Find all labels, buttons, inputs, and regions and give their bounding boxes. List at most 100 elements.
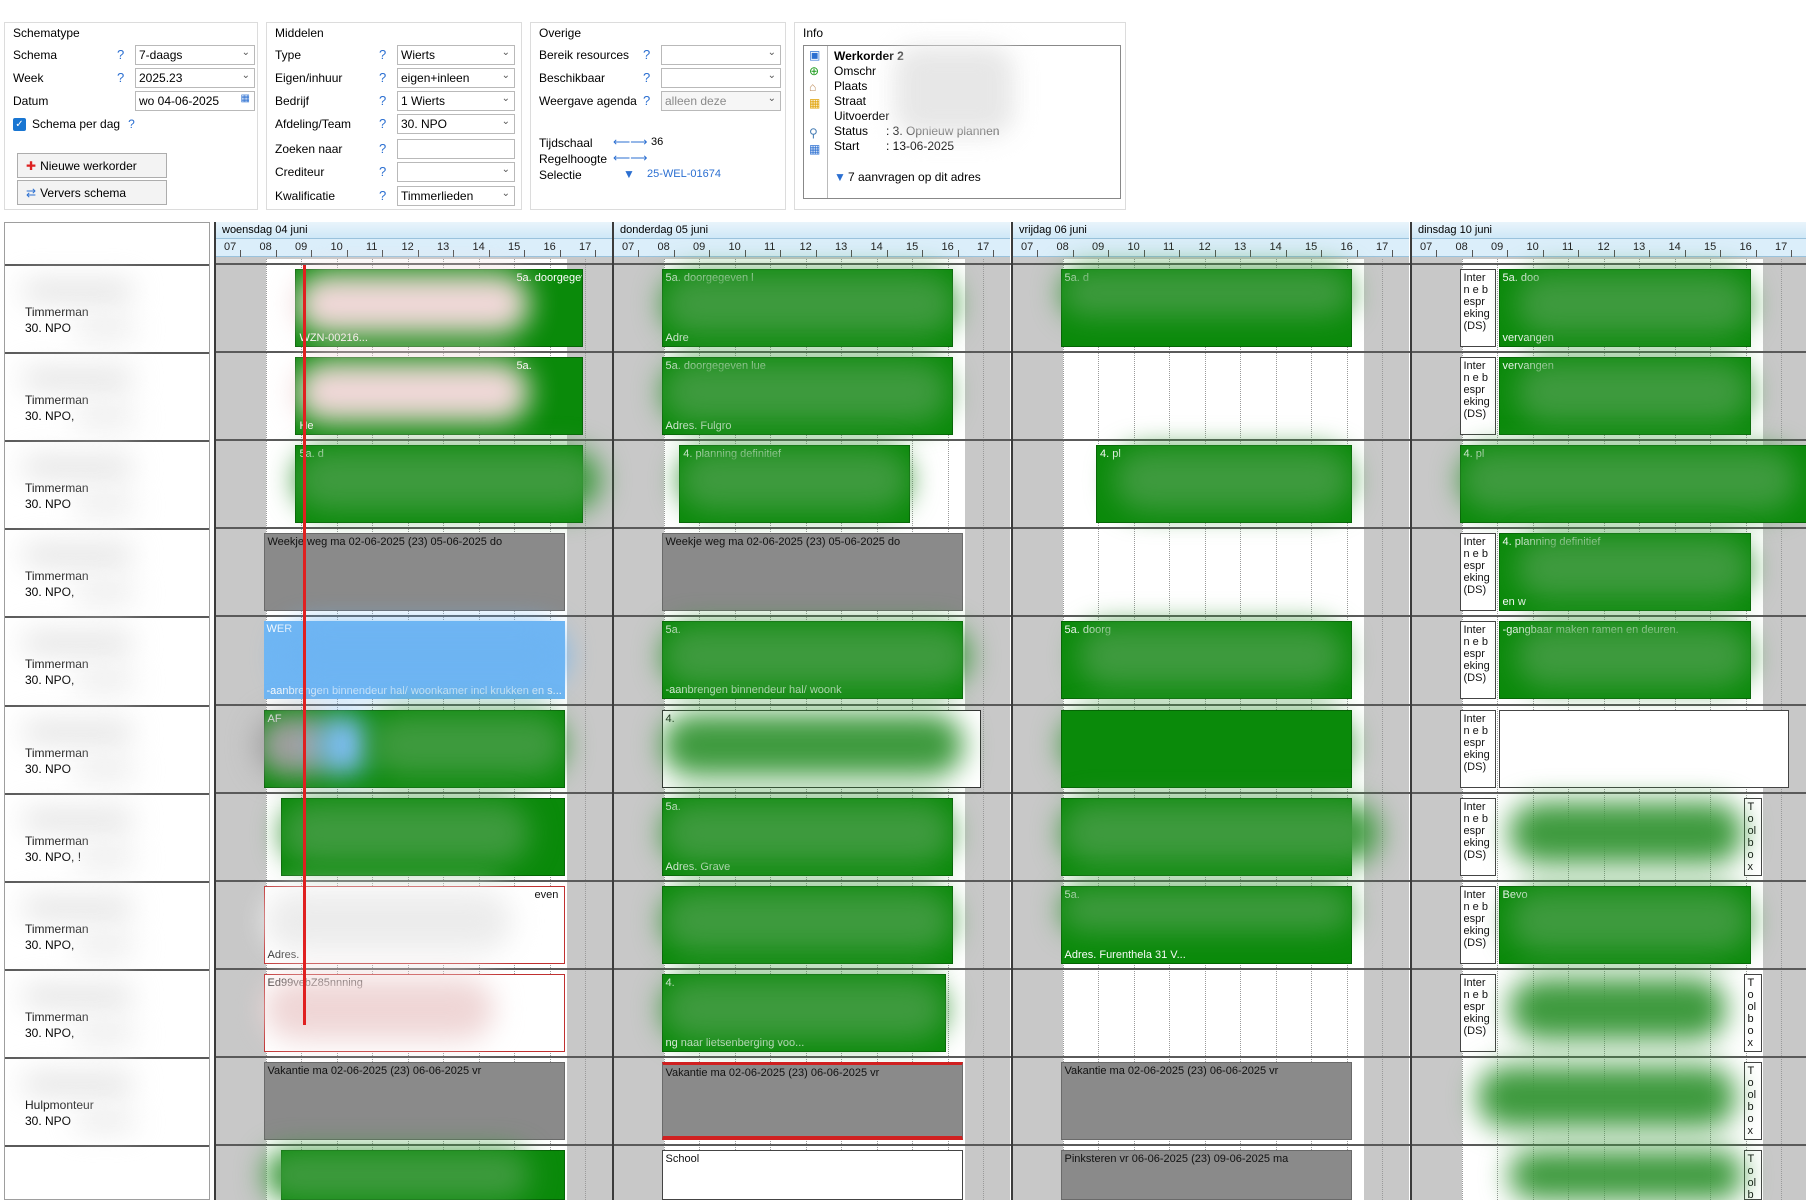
chevron-down-icon: ⌄ bbox=[767, 93, 776, 104]
hour-label: 10 bbox=[728, 241, 741, 253]
middelen-select[interactable]: eigen+inleen ⌄ bbox=[397, 68, 515, 88]
row-divider bbox=[1013, 968, 1411, 970]
scale-arrows-icon[interactable]: ⟵⟶ bbox=[613, 135, 647, 149]
tijdschaal-value: 36 bbox=[651, 136, 664, 148]
help-icon[interactable]: ? bbox=[379, 116, 386, 131]
help-icon[interactable]: ? bbox=[379, 141, 386, 156]
search-icon[interactable]: ⚲ bbox=[809, 126, 818, 140]
hour-label: 11 bbox=[366, 241, 378, 253]
help-icon[interactable]: ? bbox=[379, 164, 386, 179]
hour-tick bbox=[1542, 250, 1544, 257]
help-icon[interactable]: ? bbox=[379, 70, 386, 85]
refresh-schedule-button[interactable]: ⇄ Ververs schema bbox=[17, 180, 167, 205]
calendar-icon[interactable]: ▦ bbox=[809, 142, 820, 156]
hour-tick bbox=[311, 250, 312, 257]
intern-bespreking-event[interactable]: Intern e bespr eking (DS) bbox=[1459, 886, 1496, 964]
hour-label: 12 bbox=[799, 241, 812, 253]
week-select[interactable]: 2025.23 ⌄ bbox=[135, 68, 255, 88]
help-icon[interactable]: ? bbox=[643, 47, 650, 62]
refresh-icon: ⇄ bbox=[26, 185, 37, 200]
height-arrows-icon[interactable]: ⟵⟶ bbox=[613, 151, 647, 165]
datum-input[interactable]: wo 04-06-2025 ▦ bbox=[135, 91, 255, 111]
agenda-event[interactable] bbox=[1498, 710, 1789, 788]
hour-tick bbox=[1649, 250, 1650, 257]
hour-label: 14 bbox=[1668, 241, 1681, 253]
help-icon[interactable]: ? bbox=[379, 188, 386, 203]
redacted-name bbox=[23, 987, 133, 1005]
row-divider bbox=[1412, 615, 1806, 617]
agenda-event[interactable]: Vakantie ma 02-06-2025 (23) 06-06-2025 v… bbox=[263, 1062, 566, 1140]
event-text: Vakantie ma 02-06-2025 (23) 06-06-2025 v… bbox=[1064, 1065, 1279, 1077]
row-divider bbox=[614, 880, 1012, 882]
middelen-select[interactable]: Timmerlieden ⌄ bbox=[397, 186, 515, 206]
agenda-event[interactable]: Vakantie ma 02-06-2025 (23) 06-06-2025 v… bbox=[661, 1062, 964, 1140]
home-icon[interactable]: ⌂ bbox=[809, 80, 816, 94]
intern-bespreking-event[interactable]: To olb ox bbox=[1743, 974, 1762, 1052]
redacted-event bbox=[1509, 890, 1751, 952]
hour-tick bbox=[1507, 250, 1508, 257]
agenda-event[interactable]: School bbox=[661, 1150, 964, 1200]
schema-per-dag-checkbox[interactable]: ✓ Schema per dag? bbox=[13, 114, 135, 134]
bereik-select[interactable]: ⌄ bbox=[661, 45, 781, 65]
middelen-select[interactable]: ⌄ bbox=[397, 162, 515, 182]
event-text: Intern e bespr eking (DS) bbox=[1463, 889, 1490, 949]
regelhoogte-label: Regelhoogte bbox=[539, 152, 608, 166]
intern-bespreking-event[interactable]: Intern e bespr eking (DS) bbox=[1459, 974, 1496, 1052]
agenda-event[interactable]: Vakantie ma 02-06-2025 (23) 06-06-2025 v… bbox=[1060, 1062, 1352, 1140]
redacted-name bbox=[23, 811, 133, 829]
row-divider bbox=[5, 1145, 209, 1147]
help-icon[interactable]: ? bbox=[643, 93, 650, 108]
agenda-event[interactable]: To olb bbox=[1743, 1150, 1762, 1200]
calendar-icon: ▦ bbox=[240, 93, 250, 104]
add-icon[interactable]: ⊕ bbox=[809, 64, 819, 78]
help-icon[interactable]: ? bbox=[117, 47, 124, 62]
row-divider bbox=[614, 792, 1012, 794]
agenda-event[interactable]: Weekje weg ma 02-06-2025 (23) 05-06-2025… bbox=[263, 533, 566, 611]
hour-label: 12 bbox=[1198, 241, 1211, 253]
schema-select[interactable]: 7-daags ⌄ bbox=[135, 45, 255, 65]
selectie-value[interactable]: 25-WEL-01674 bbox=[647, 168, 721, 180]
agenda-event[interactable]: Pinksteren vr 06-06-2025 (23) 09-06-2025… bbox=[1060, 1150, 1352, 1200]
aanvragen-link[interactable]: 7 aanvragen op dit adres bbox=[848, 170, 981, 184]
beschikbaar-select[interactable]: ⌄ bbox=[661, 68, 781, 88]
row-divider bbox=[614, 351, 1012, 353]
middelen-select[interactable]: 1 Wierts ⌄ bbox=[397, 91, 515, 111]
filter-icon[interactable]: ▼ bbox=[834, 170, 846, 184]
weergave-select[interactable]: alleen deze ⌄ bbox=[661, 91, 781, 111]
intern-bespreking-event[interactable]: Intern e bespr eking (DS) bbox=[1459, 710, 1496, 788]
help-icon[interactable]: ? bbox=[379, 93, 386, 108]
filter-icon[interactable]: ▼ bbox=[623, 167, 635, 181]
resource-role: Timmerman bbox=[25, 305, 89, 319]
middelen-select[interactable]: Wierts ⌄ bbox=[397, 45, 515, 65]
new-workorder-button[interactable]: ✚ Nieuwe werkorder bbox=[17, 153, 167, 178]
hour-tick bbox=[1214, 250, 1216, 257]
intern-bespreking-event[interactable]: Intern e bespr eking (DS) bbox=[1459, 533, 1496, 611]
hour-tick bbox=[1613, 250, 1615, 257]
plus-icon: ✚ bbox=[26, 158, 37, 173]
info-icon[interactable]: ▣ bbox=[809, 48, 820, 62]
row-divider bbox=[1013, 351, 1411, 353]
help-icon[interactable]: ? bbox=[379, 47, 386, 62]
help-icon[interactable]: ? bbox=[128, 117, 135, 131]
info-title: Info bbox=[803, 26, 824, 40]
intern-bespreking-event[interactable]: Intern e bespr eking (DS) bbox=[1459, 621, 1496, 699]
intern-bespreking-event[interactable]: To olb ox bbox=[1743, 1062, 1762, 1140]
intern-bespreking-event[interactable]: Intern e bespr eking (DS) bbox=[1459, 269, 1496, 347]
redacted-event bbox=[1060, 888, 1352, 932]
agenda-event[interactable]: Weekje weg ma 02-06-2025 (23) 05-06-2025… bbox=[661, 533, 964, 611]
intern-bespreking-event[interactable]: To olb ox bbox=[1743, 798, 1762, 876]
hour-label: 07 bbox=[224, 241, 237, 253]
help-icon[interactable]: ? bbox=[643, 70, 650, 85]
zoeken-input[interactable] bbox=[397, 139, 515, 159]
hour-tick bbox=[886, 250, 888, 257]
package-icon[interactable]: ▦ bbox=[809, 96, 820, 110]
resource-role: Timmerman bbox=[25, 481, 89, 495]
middelen-select[interactable]: 30. NPO ⌄ bbox=[397, 114, 515, 134]
hour-tick bbox=[993, 250, 994, 257]
intern-bespreking-event[interactable]: Intern e bespr eking (DS) bbox=[1459, 357, 1496, 435]
agenda-event[interactable] bbox=[1060, 710, 1352, 788]
redacted-event bbox=[1113, 449, 1352, 511]
redacted-event bbox=[1516, 537, 1751, 599]
help-icon[interactable]: ? bbox=[117, 70, 124, 85]
intern-bespreking-event[interactable]: Intern e bespr eking (DS) bbox=[1459, 798, 1496, 876]
